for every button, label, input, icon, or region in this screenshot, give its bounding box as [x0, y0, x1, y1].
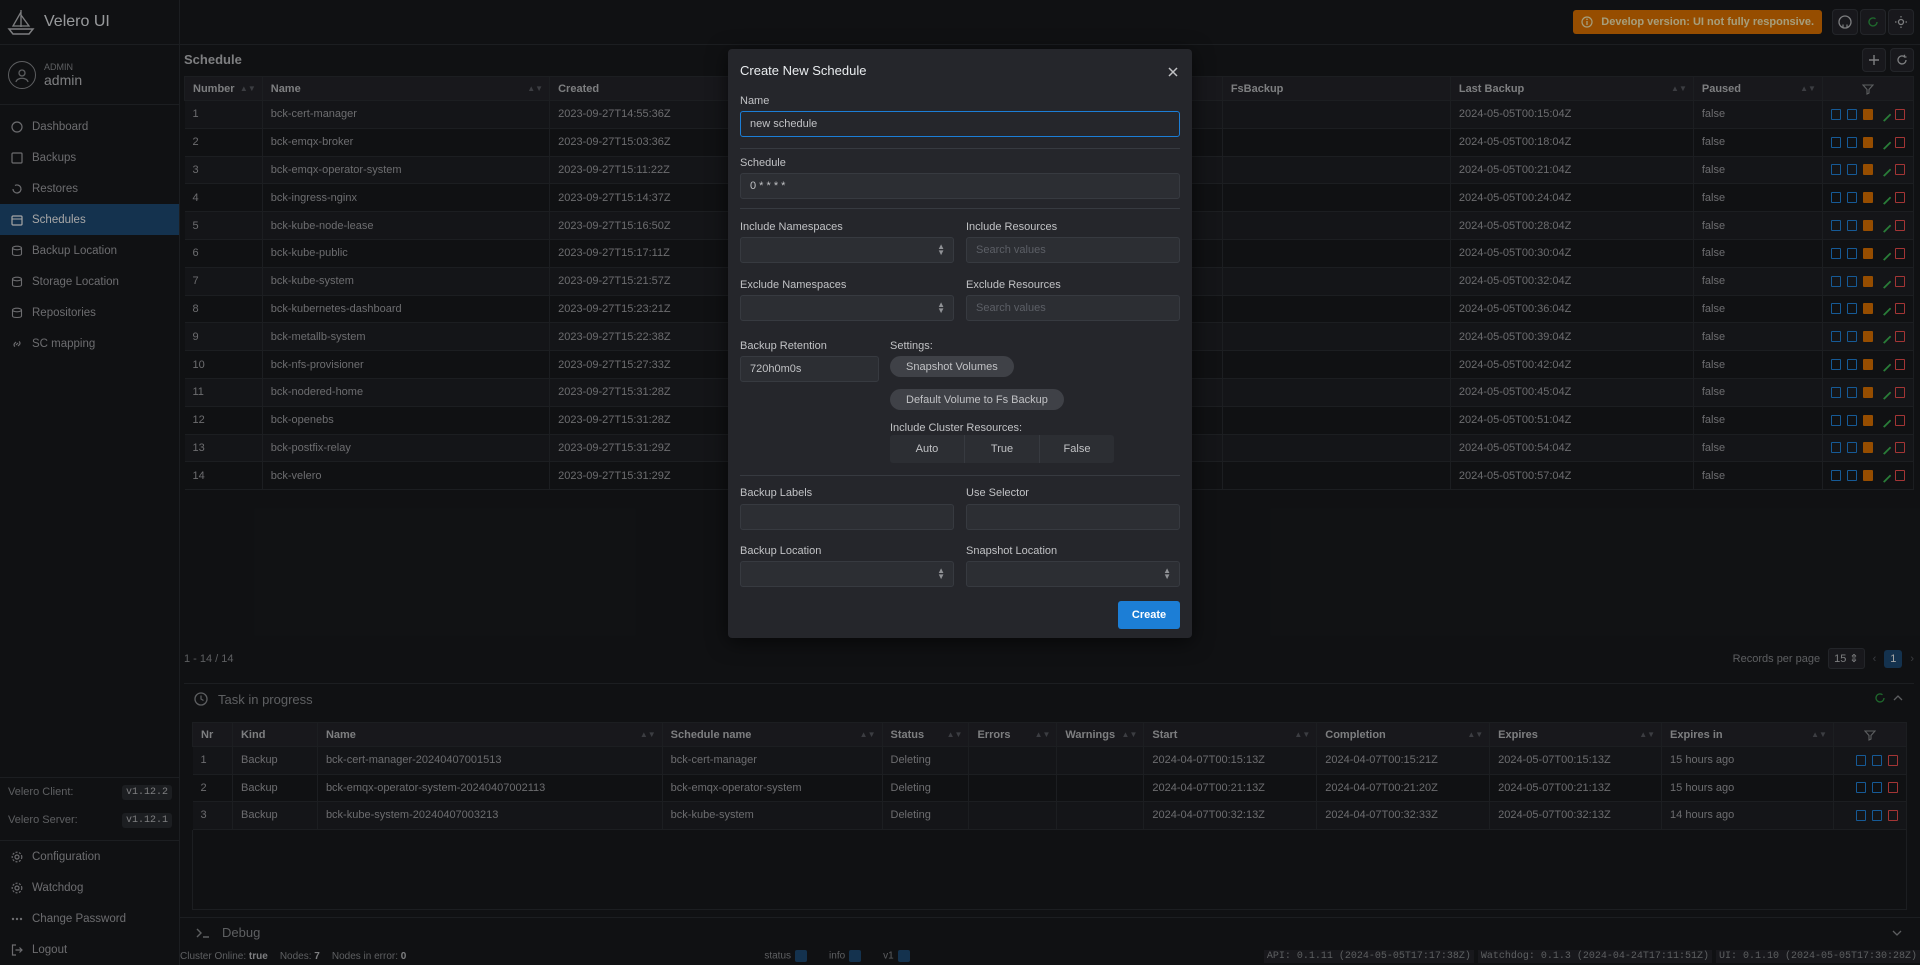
chevron-updown-icon: ▲ ▼ [937, 242, 945, 257]
close-icon [1166, 65, 1180, 79]
use-selector-label: Use Selector [966, 487, 1029, 499]
name-field[interactable] [740, 111, 1180, 137]
backup-location-select[interactable]: ▲ ▼ [740, 561, 954, 587]
cluster-option-true[interactable]: True [965, 435, 1040, 463]
cluster-option-auto[interactable]: Auto [890, 435, 965, 463]
include-resources-field[interactable] [966, 237, 1180, 263]
divider [740, 208, 1180, 209]
exclude-namespaces-select[interactable]: ▲ ▼ [740, 295, 954, 321]
snapshot-location-label: Snapshot Location [966, 545, 1058, 557]
exclude-resources-label: Exclude Resources [966, 279, 1061, 291]
backup-labels-label: Backup Labels [740, 487, 813, 499]
schedule-field[interactable] [740, 173, 1180, 199]
create-button[interactable]: Create [1118, 601, 1180, 629]
use-selector-field[interactable] [966, 504, 1180, 530]
name-input[interactable] [750, 118, 1170, 130]
exclude-resources-field[interactable] [966, 295, 1180, 321]
chevron-updown-icon: ▲ ▼ [1163, 566, 1171, 581]
backup-retention-field[interactable] [740, 356, 879, 382]
snapshot-volumes-toggle[interactable]: Snapshot Volumes [890, 356, 1014, 377]
include-namespaces-select[interactable]: ▲ ▼ [740, 237, 954, 263]
settings-label: Settings: [890, 340, 933, 352]
modal-title: Create New Schedule [740, 63, 867, 78]
snapshot-location-select[interactable]: ▲ ▼ [966, 561, 1180, 587]
exclude-namespaces-label: Exclude Namespaces [740, 279, 847, 291]
include-resources-label: Include Resources [966, 221, 1058, 233]
schedule-label: Schedule [740, 157, 786, 169]
default-volume-fs-backup-toggle[interactable]: Default Volume to Fs Backup [890, 389, 1064, 410]
exclude-resources-input[interactable] [976, 302, 1170, 314]
use-selector-input[interactable] [976, 511, 1170, 523]
backup-retention-label: Backup Retention [740, 340, 827, 352]
chevron-updown-icon: ▲ ▼ [937, 566, 945, 581]
include-resources-input[interactable] [976, 244, 1170, 256]
cluster-option-false[interactable]: False [1040, 435, 1114, 463]
name-label: Name [740, 95, 770, 107]
create-schedule-modal: Create New Schedule Name Schedule Includ… [728, 49, 1192, 638]
include-cluster-resources-label: Include Cluster Resources: [890, 422, 1023, 434]
backup-retention-input[interactable] [750, 363, 869, 375]
include-namespaces-label: Include Namespaces [740, 221, 843, 233]
backup-location-label: Backup Location [740, 545, 822, 557]
backup-labels-input[interactable] [750, 511, 944, 523]
chevron-updown-icon: ▲ ▼ [937, 300, 945, 315]
divider [740, 148, 1180, 149]
schedule-input[interactable] [750, 180, 1170, 192]
backup-labels-field[interactable] [740, 504, 954, 530]
divider [740, 475, 1180, 476]
close-button[interactable] [1166, 65, 1180, 79]
include-cluster-resources-control: Auto True False [890, 435, 1114, 463]
